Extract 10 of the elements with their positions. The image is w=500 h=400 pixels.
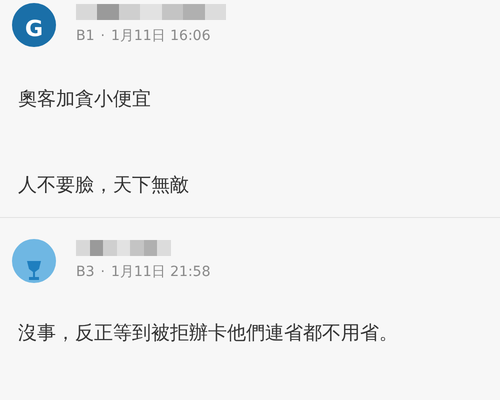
comment-text: 奧客加貪小便宜 — [18, 87, 152, 111]
comment-date: 1月11日 21:58 — [110, 263, 210, 282]
avatar-letter: G — [24, 18, 44, 40]
comment-text: 沒事，反正等到被拒辦卡他們連省都不用省。 — [18, 321, 399, 345]
comment-text: 人不要臉，天下無敵 — [18, 173, 190, 197]
separator-dot: · — [100, 263, 105, 282]
floor-number: B1 — [76, 27, 95, 46]
separator-dot: · — [100, 27, 105, 46]
floor-number: B3 — [76, 263, 95, 282]
comment-date: 1月11日 16:06 — [110, 27, 210, 46]
